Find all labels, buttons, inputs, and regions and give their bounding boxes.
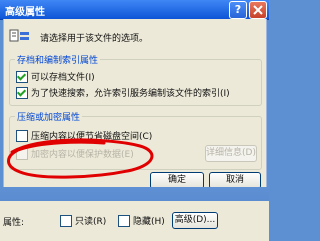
readonly-checkbox-row[interactable]: 只读(R) [60, 214, 106, 227]
details-button: 详细信息(D) [205, 145, 257, 162]
encrypt-checkbox-row: 加密内容以便保护数据(E) [16, 147, 134, 160]
readonly-checkbox-label: 只读(R) [75, 217, 107, 227]
compress-checkbox-label: 压缩内容以便节省磁盘空间(C) [31, 132, 153, 142]
archive-checkbox-label: 可以存档文件(I) [31, 73, 95, 83]
index-checkbox-label: 为了快速搜索，允许索引服务编制该文件的索引(I) [31, 89, 230, 99]
hidden-checkbox-row[interactable]: 隐藏(H) [118, 214, 165, 227]
archive-checkbox-row[interactable]: 可以存档文件(I) [16, 70, 95, 83]
title-bar[interactable]: 高级属性 ? [0, 0, 269, 20]
encrypt-checkbox [16, 147, 28, 160]
advanced-button[interactable]: 高级(D)... [172, 212, 218, 229]
advanced-attributes-dialog: 请选择用于该文件的选项。 存档和编制索引属性 可以存档文件(I) 为了快速搜索，… [3, 19, 267, 189]
group-title-archive-index: 存档和编制索引属性 [15, 53, 101, 66]
hidden-checkbox-label: 隐藏(H) [133, 217, 165, 227]
close-icon [253, 5, 263, 15]
instruction-text: 请选择用于该文件的选项。 [40, 34, 149, 44]
hidden-checkbox[interactable] [118, 214, 130, 227]
index-checkbox[interactable] [16, 86, 28, 99]
archive-index-group: 存档和编制索引属性 可以存档文件(I) 为了快速搜索，允许索引服务编制该文件的索… [9, 53, 262, 106]
help-button[interactable]: ? [229, 1, 247, 19]
attributes-label: 属性: [3, 218, 25, 228]
encrypt-checkbox-label: 加密内容以便保护数据(E) [31, 150, 134, 160]
archive-checkbox[interactable] [16, 70, 28, 83]
index-checkbox-row[interactable]: 为了快速搜索，允许索引服务编制该文件的索引(I) [16, 86, 230, 99]
compress-checkbox[interactable] [16, 129, 28, 142]
close-button[interactable] [249, 1, 267, 19]
window-title: 高级属性 [5, 7, 45, 18]
file-properties-panel: 属性: 只读(R) 隐藏(H) 高级(D)... [0, 201, 269, 241]
readonly-checkbox[interactable] [60, 214, 72, 227]
properties-icon [9, 29, 29, 42]
compress-encrypt-group: 压缩或加密属性 压缩内容以便节省磁盘空间(C) 加密内容以便保护数据(E) 详细… [9, 110, 262, 170]
group-title-compress-encrypt: 压缩或加密属性 [15, 110, 83, 123]
compress-checkbox-row[interactable]: 压缩内容以便节省磁盘空间(C) [16, 129, 152, 142]
